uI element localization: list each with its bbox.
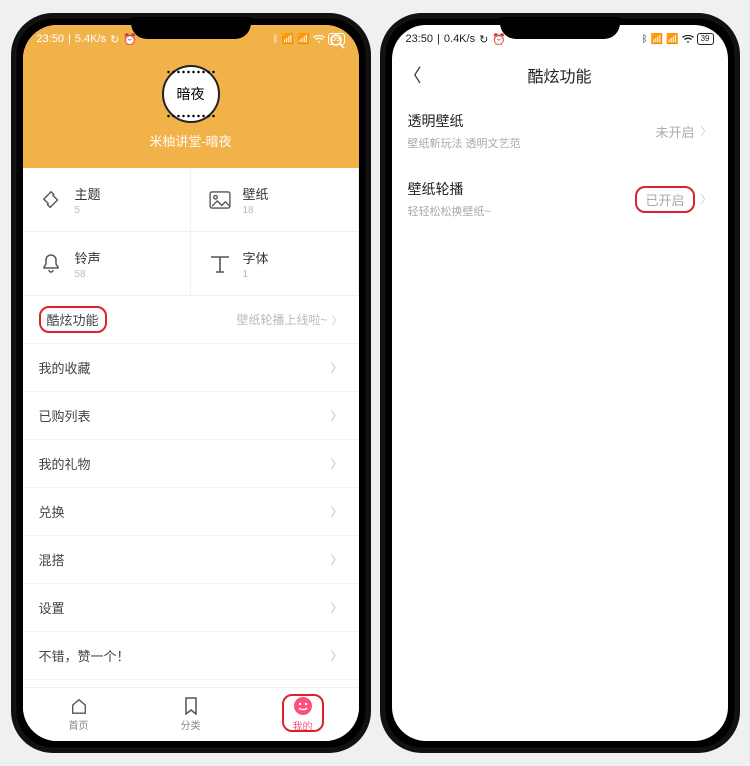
grid-count: 58 (75, 269, 101, 280)
stats-grid: 主题 5 壁纸 18 铃声 58 字体 1 (23, 168, 359, 296)
bluetooth-icon: ᛒ (273, 34, 279, 45)
row-label: 已购列表 (39, 406, 91, 425)
row-gifts[interactable]: 我的礼物 〉 (23, 440, 359, 488)
wifi-icon (682, 34, 694, 44)
setting-value: 已开启 (635, 186, 694, 213)
bottom-nav: 首页 分类 我的 (23, 687, 359, 741)
signal-icon: 📶 (651, 34, 663, 45)
screen-right: 23:50 | 0.4K/s ↻ ⏰ ᛒ 📶 📶 39 〈 酷炫功能 (392, 25, 728, 741)
bookmark-icon (183, 697, 199, 715)
battery-icon: 39 (328, 33, 345, 45)
setting-value: 未开启 (655, 122, 694, 141)
grid-label: 铃声 (75, 248, 101, 267)
grid-label: 主题 (75, 184, 101, 203)
signal-icon: 📶 (666, 34, 678, 45)
grid-ringtone[interactable]: 铃声 58 (23, 232, 191, 296)
sync-icon: ↻ (110, 33, 119, 46)
chevron-right-icon: 〉 (330, 407, 342, 424)
back-button[interactable]: 〈 (404, 62, 422, 88)
row-label: 我的收藏 (39, 358, 91, 377)
status-time: 23:50 (406, 33, 434, 45)
avatar[interactable]: 暗夜 (162, 65, 220, 123)
nav-label: 分类 (181, 717, 201, 732)
avatar-text: 暗夜 (177, 84, 205, 104)
highlight-marker (282, 694, 324, 732)
grid-wallpaper[interactable]: 壁纸 18 (191, 168, 359, 232)
nav-mine[interactable]: 我的 (247, 688, 359, 741)
battery-icon: 39 (697, 33, 714, 45)
nav-label: 首页 (69, 717, 89, 732)
row-redeem[interactable]: 兑换 〉 (23, 488, 359, 536)
grid-count: 18 (243, 205, 269, 216)
row-label: 混搭 (39, 550, 65, 569)
grid-count: 5 (75, 205, 101, 216)
bell-icon (41, 253, 63, 275)
row-detail: 壁纸轮播上线啦~ (236, 311, 327, 328)
phone-left: 23:50 | 5.4K/s ↻ ⏰ ᛒ 📶 📶 39 (11, 13, 371, 753)
wifi-icon (313, 34, 325, 44)
row-settings[interactable]: 设置 〉 (23, 584, 359, 632)
chevron-right-icon: 〉 (330, 551, 342, 568)
chevron-right-icon: 〉 (330, 503, 342, 520)
status-time: 23:50 (37, 33, 65, 45)
chevron-right-icon: 〉 (330, 599, 342, 616)
chevron-right-icon: 〉 (332, 312, 343, 328)
screen-left: 23:50 | 5.4K/s ↻ ⏰ ᛒ 📶 📶 39 (23, 25, 359, 741)
theme-icon (41, 189, 63, 211)
chevron-right-icon: 〉 (330, 647, 342, 664)
notch (131, 17, 251, 39)
phone-right: 23:50 | 0.4K/s ↻ ⏰ ᛒ 📶 📶 39 〈 酷炫功能 (380, 13, 740, 753)
grid-label: 壁纸 (243, 184, 269, 203)
row-mix[interactable]: 混搭 〉 (23, 536, 359, 584)
row-label: 我的礼物 (39, 454, 91, 473)
row-label: 酷炫功能 (39, 306, 107, 333)
signal-icon: 📶 (282, 34, 294, 45)
grid-label: 字体 (243, 248, 269, 267)
row-label: 兑换 (39, 502, 65, 521)
status-net: 5.4K/s (75, 33, 106, 45)
username: 米柚讲堂-暗夜 (23, 131, 359, 150)
setting-title: 透明壁纸 (408, 111, 521, 131)
grid-font[interactable]: 字体 1 (191, 232, 359, 296)
row-purchased[interactable]: 已购列表 〉 (23, 392, 359, 440)
setting-wallpaper-carousel[interactable]: 壁纸轮播 轻轻松松换壁纸~ 已开启 〉 (392, 165, 728, 233)
profile-header: 暗夜 米柚讲堂-暗夜 (23, 53, 359, 168)
chevron-right-icon: 〉 (330, 359, 342, 376)
nav-category[interactable]: 分类 (135, 688, 247, 741)
bluetooth-icon: ᛒ (642, 34, 648, 45)
setting-title: 壁纸轮播 (408, 179, 491, 199)
setting-transparent-wallpaper[interactable]: 透明壁纸 壁纸新玩法 透明文艺范 未开启 〉 (392, 97, 728, 165)
menu-list: 酷炫功能 壁纸轮播上线啦~ 〉 我的收藏 〉 已购列表 〉 我的礼物 〉 兑换 〉… (23, 296, 359, 687)
row-cool-features[interactable]: 酷炫功能 壁纸轮播上线啦~ 〉 (23, 296, 359, 344)
row-label: 设置 (39, 598, 65, 617)
setting-sub: 壁纸新玩法 透明文艺范 (408, 135, 521, 151)
home-icon (70, 697, 88, 715)
font-icon (209, 254, 231, 274)
row-label: 不错，赞一个！ (39, 646, 130, 665)
grid-count: 1 (243, 269, 269, 280)
notch (500, 17, 620, 39)
signal-icon: 📶 (297, 34, 309, 45)
status-net: 0.4K/s (444, 33, 475, 45)
row-rate[interactable]: 不错，赞一个！ 〉 (23, 632, 359, 680)
setting-sub: 轻轻松松换壁纸~ (408, 203, 491, 219)
chevron-right-icon: 〉 (330, 455, 342, 472)
page-title: 酷炫功能 (392, 63, 728, 87)
chevron-right-icon: 〉 (701, 191, 712, 207)
grid-theme[interactable]: 主题 5 (23, 168, 191, 232)
row-favorites[interactable]: 我的收藏 〉 (23, 344, 359, 392)
chevron-right-icon: 〉 (701, 123, 712, 139)
title-bar: 〈 酷炫功能 (392, 53, 728, 97)
nav-home[interactable]: 首页 (23, 688, 135, 741)
sync-icon: ↻ (479, 33, 488, 46)
wallpaper-icon (209, 191, 231, 209)
